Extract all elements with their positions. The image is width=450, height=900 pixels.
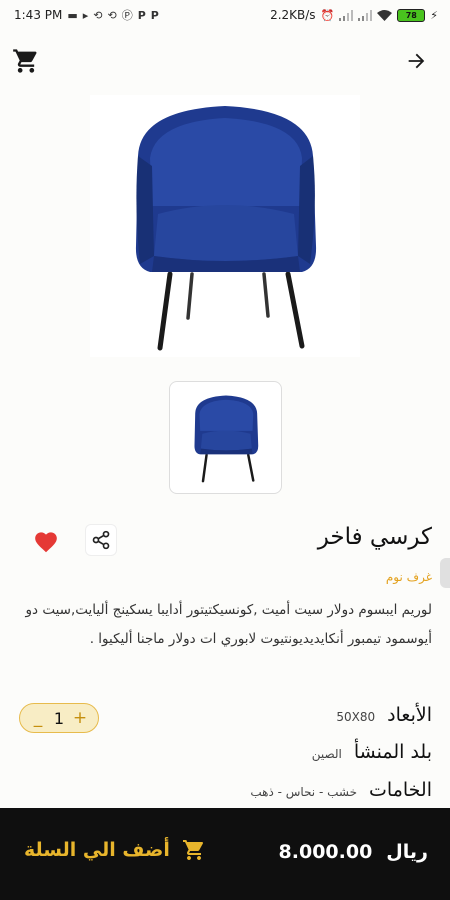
spec-materials-label: الخامات — [369, 779, 432, 801]
add-cart-icon — [182, 840, 203, 860]
charging-icon: ⚡ — [430, 8, 438, 22]
share-button[interactable] — [85, 524, 117, 556]
share-icon — [92, 530, 110, 550]
increment-button[interactable]: + — [72, 709, 88, 727]
spec-dimensions-label: الأبعاد — [387, 704, 432, 726]
status-left: 1:43 PM ▬ ▸ ⟲ ⟲ Ⓟ P P — [14, 7, 159, 23]
side-drawer-handle[interactable] — [440, 558, 450, 588]
bottom-bar: أضف الي السلة ريال 8.000.00 — [0, 808, 450, 900]
add-to-cart-label: أضف الي السلة — [24, 839, 170, 861]
battery-icon: 78 — [397, 8, 426, 22]
heart-icon — [35, 532, 57, 553]
sync-icon: ⟲ — [93, 8, 103, 22]
play-icon: ▸ — [82, 8, 89, 22]
spec-materials: الخامات خشب - نحاس - ذهب — [250, 779, 432, 801]
decrement-button[interactable]: _ — [30, 709, 46, 727]
shopping-cart-icon — [13, 49, 37, 73]
quantity-value: 1 — [53, 708, 65, 728]
product-description: لوريم ايبسوم دولار سيت أميت ,كونسيكتيتور… — [25, 602, 432, 647]
cart-button[interactable] — [10, 46, 42, 76]
chair-thumbnail-illustration — [193, 395, 258, 482]
signal-icon — [358, 9, 373, 21]
price: ريال 8.000.00 — [279, 841, 428, 863]
quantity-stepper: _ 1 + — [19, 703, 99, 733]
arrow-right-icon — [408, 53, 425, 69]
network-speed: 2.2KB/s — [270, 8, 316, 22]
spec-materials-value: خشب - نحاس - ذهب — [250, 785, 358, 799]
status-time: 1:43 PM — [14, 8, 63, 22]
add-to-cart-button[interactable]: أضف الي السلة — [24, 838, 206, 862]
price-value: 8.000.00 — [278, 841, 373, 863]
spec-dimensions-value: 50X80 — [336, 710, 376, 724]
spec-dimensions: الأبعاد 50X80 — [336, 704, 432, 726]
product-title: كرسي فاخر — [317, 524, 432, 550]
app-bar — [0, 40, 450, 82]
alarm-icon: ⏰ — [320, 8, 335, 22]
wifi-icon — [377, 9, 393, 21]
spec-origin-label: بلد المنشأ — [353, 741, 432, 763]
product-image — [90, 95, 360, 357]
spec-origin: بلد المنشأ الصين — [312, 741, 432, 763]
p-icon: P — [137, 8, 146, 22]
product-thumbnail[interactable] — [169, 381, 282, 494]
back-button[interactable] — [400, 46, 432, 76]
message-icon: ▬ — [67, 8, 78, 22]
parking-icon: Ⓟ — [121, 9, 133, 22]
p-icon: P — [150, 8, 159, 22]
sync-icon: ⟲ — [107, 8, 117, 22]
status-bar: 1:43 PM ▬ ▸ ⟲ ⟲ Ⓟ P P 2.2KB/s ⏰ 78 ⚡ — [0, 0, 450, 30]
product-category[interactable]: غرف نوم — [386, 570, 432, 584]
status-right: 2.2KB/s ⏰ 78 ⚡ — [270, 8, 438, 22]
spec-origin-value: الصين — [311, 747, 342, 761]
price-currency: ريال — [386, 841, 428, 863]
signal-icon — [339, 9, 354, 21]
chair-illustration — [135, 106, 317, 351]
favorite-button[interactable] — [32, 528, 60, 554]
